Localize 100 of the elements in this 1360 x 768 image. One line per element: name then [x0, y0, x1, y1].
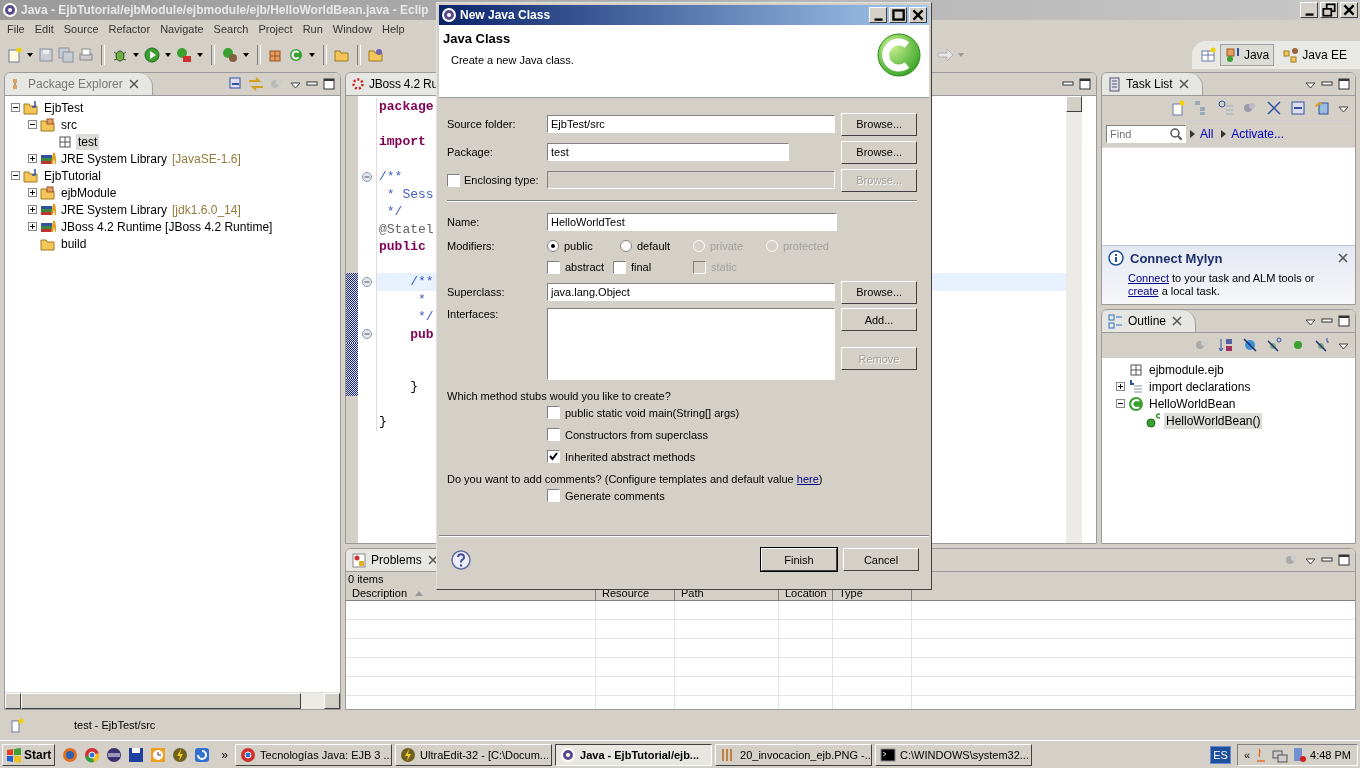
find-field[interactable]: Find [1106, 125, 1186, 143]
open-type-icon[interactable] [368, 46, 384, 63]
antivirus-icon[interactable] [1291, 747, 1308, 763]
maximize-icon[interactable] [1079, 78, 1091, 90]
menu-item[interactable]: Search [208, 22, 254, 35]
checkbox[interactable] [613, 260, 626, 274]
expand-icon[interactable] [28, 154, 37, 163]
start-button[interactable]: Start [2, 744, 56, 766]
scrollbar[interactable] [5, 692, 340, 709]
text-field[interactable]: test [547, 143, 789, 161]
taskbar-button[interactable]: Java - EjbTutorial/ejb... [555, 744, 713, 766]
more-button[interactable]: » [217, 748, 233, 762]
menu-item[interactable]: Project [253, 22, 298, 35]
task-filter-link[interactable]: Activate... [1221, 127, 1285, 141]
minimize-button[interactable] [1300, 2, 1318, 18]
fold-icon[interactable] [362, 329, 372, 340]
text-field[interactable]: java.lang.Object [547, 283, 836, 301]
taskbar-button[interactable]: C:\WINDOWS\system32... [875, 744, 1033, 766]
expand-icon[interactable] [28, 222, 37, 231]
collapse-all-icon[interactable] [229, 77, 243, 91]
maximize-icon[interactable] [1338, 554, 1350, 566]
view-menu-icon[interactable] [1338, 103, 1349, 113]
tree-item[interactable]: ejbModule [59, 184, 119, 201]
expand-icon[interactable] [1116, 382, 1125, 391]
hide-static-icon[interactable] [1266, 337, 1282, 353]
caret-icon[interactable] [164, 51, 172, 58]
caret-icon[interactable] [308, 51, 316, 58]
view-tab[interactable]: Outline [1102, 310, 1197, 332]
tree-item[interactable]: src [59, 116, 79, 133]
radio-label[interactable]: public [564, 240, 593, 252]
restore-button[interactable] [1320, 2, 1338, 18]
checkbox-label[interactable]: Generate comments [565, 489, 665, 502]
view-menu-icon[interactable] [1305, 316, 1316, 326]
close-button[interactable] [1340, 2, 1358, 18]
dialog-button[interactable]: Browse... [841, 140, 917, 164]
menu-item[interactable]: Refactor [103, 22, 156, 35]
hide-local-types-icon[interactable] [1314, 337, 1330, 353]
checkbox-label[interactable]: Constructors from superclass [565, 428, 709, 441]
lightning-icon[interactable] [172, 747, 189, 763]
menu-item[interactable]: Edit [29, 22, 59, 35]
checkbox-label[interactable]: public static void main(String[] args) [565, 406, 740, 419]
checkbox-label[interactable]: Enclosing type: [464, 174, 539, 186]
text-field[interactable]: EjbTest/src [547, 115, 836, 133]
perspective-button[interactable]: Java EE [1278, 43, 1352, 66]
close-button[interactable] [909, 7, 927, 23]
view-menu-icon[interactable] [1338, 340, 1349, 350]
hide-completed-icon[interactable] [1266, 100, 1282, 116]
browser-icon[interactable] [62, 747, 79, 763]
collapse-icon[interactable] [28, 120, 37, 129]
maximize-icon[interactable] [1338, 315, 1350, 327]
dialog-button[interactable]: Cancel [843, 548, 919, 571]
perspective-button[interactable]: Java [1219, 43, 1275, 66]
run-icon[interactable] [144, 46, 160, 63]
menu-item[interactable]: Help [377, 22, 410, 35]
tree-item[interactable]: JBoss 4.2 Runtime [JBoss 4.2 Runtime] [59, 218, 275, 235]
floppy-icon[interactable] [128, 747, 145, 763]
view-tab[interactable]: Task List [1102, 73, 1203, 95]
checkbox[interactable] [547, 260, 560, 274]
tree-item[interactable]: JRE System Library [59, 150, 170, 167]
expand-icon[interactable] [28, 205, 37, 214]
link[interactable]: Connect [1128, 272, 1169, 284]
task-filter-link[interactable]: All [1190, 127, 1214, 141]
maximize-icon[interactable] [1338, 78, 1350, 90]
outline-item[interactable]: import declarations [1147, 378, 1253, 395]
outline-item[interactable]: HelloWorldBean() [1164, 412, 1263, 429]
checkbox[interactable] [547, 450, 560, 463]
checkbox-label[interactable]: Inherited abstract methods [565, 450, 696, 463]
dialog-button[interactable]: Browse... [841, 112, 917, 136]
network-icon[interactable] [1272, 747, 1289, 763]
scrollbar[interactable] [1066, 96, 1082, 543]
menu-item[interactable]: Run [297, 22, 328, 35]
caret-icon[interactable] [132, 51, 140, 58]
collapse-icon[interactable] [11, 171, 20, 180]
fold-icon[interactable] [362, 171, 372, 182]
tree-item[interactable]: test [76, 133, 100, 150]
menu-item[interactable]: Navigate [155, 22, 209, 35]
chrome-icon[interactable] [84, 747, 101, 763]
link[interactable]: create [1128, 285, 1159, 297]
checkbox-label[interactable]: final [631, 261, 652, 273]
dialog-button[interactable]: Browse... [841, 280, 917, 304]
taskbar-button[interactable]: 20_invocacion_ejb.PNG -... [715, 744, 873, 766]
open-perspective-icon[interactable] [1199, 46, 1216, 63]
taskbar-button[interactable]: Tecnologías Java: EJB 3 ... [235, 744, 393, 766]
show-hidden-button[interactable]: « [1243, 749, 1251, 761]
outline-item[interactable]: ejbmodule.ejb [1147, 361, 1226, 378]
language-indicator[interactable]: ES [1210, 746, 1231, 764]
clock-icon[interactable] [150, 747, 167, 763]
menu-item[interactable]: File [2, 22, 30, 35]
collapse-all-icon[interactable] [1290, 100, 1306, 116]
checkbox[interactable] [547, 406, 560, 419]
link[interactable]: here [796, 473, 819, 485]
maximize-button[interactable] [889, 7, 907, 23]
caret-icon[interactable] [242, 51, 250, 58]
close-icon[interactable] [426, 554, 439, 566]
outline-item[interactable]: HelloWorldBean [1147, 395, 1238, 412]
view-menu-icon[interactable] [1305, 555, 1316, 565]
radio-button[interactable] [547, 240, 559, 252]
menu-item[interactable]: Source [58, 22, 104, 35]
sort-icon[interactable] [1218, 337, 1234, 353]
fold-icon[interactable] [362, 276, 372, 287]
